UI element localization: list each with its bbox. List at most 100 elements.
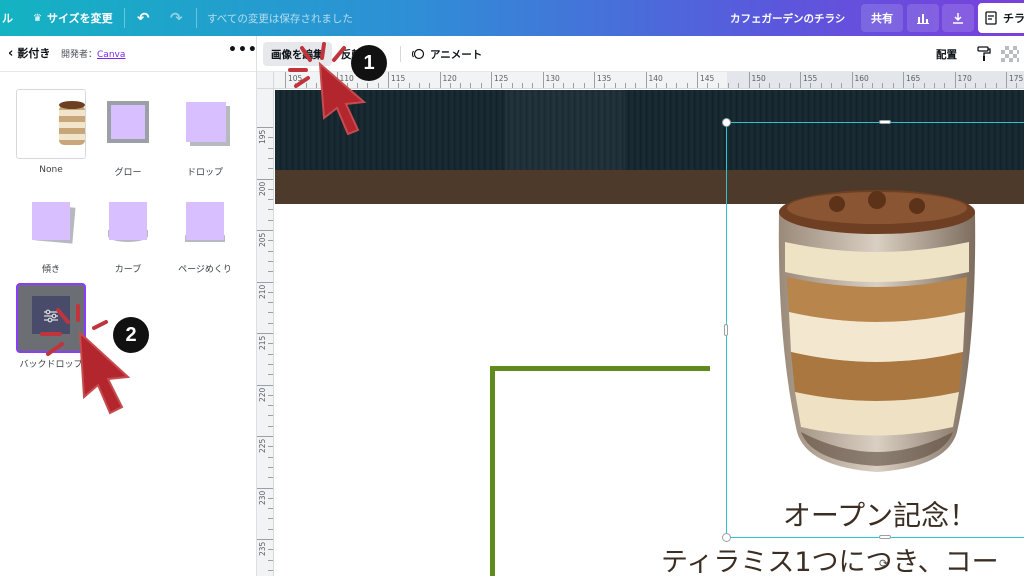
ruler-left-tick bbox=[268, 188, 273, 190]
ruler-left-tick-label: 225 bbox=[258, 438, 267, 453]
ruler-top-tick bbox=[388, 72, 389, 88]
promo-heading[interactable]: オープン記念！ bbox=[730, 494, 1024, 534]
ruler-left-tick bbox=[268, 291, 273, 293]
file-menu[interactable]: ル bbox=[2, 0, 13, 36]
tiramisu-thumbnail-icon bbox=[59, 101, 85, 145]
ruler-top-tick bbox=[697, 72, 698, 88]
ruler-left-tick bbox=[268, 374, 273, 376]
divider bbox=[124, 8, 125, 28]
ruler-left-tick bbox=[257, 127, 273, 128]
ruler-top-tick bbox=[810, 83, 812, 88]
ruler-left-tick-label: 235 bbox=[258, 541, 267, 556]
undo-icon[interactable]: ↶ bbox=[137, 0, 150, 36]
ruler-left-tick bbox=[257, 487, 273, 489]
ruler-top-tick-label: 150 bbox=[751, 74, 766, 83]
ruler-left-tick-label: 200 bbox=[258, 181, 267, 196]
ruler-left-tick bbox=[268, 147, 273, 149]
ruler-top-tick bbox=[738, 83, 740, 88]
effect-thumbnail bbox=[16, 89, 86, 159]
paint-roller-svg bbox=[977, 46, 991, 61]
effect-page-curl[interactable]: ページめくり bbox=[170, 196, 240, 275]
ruler-top-tick bbox=[1016, 83, 1018, 88]
position-button[interactable]: 配置 bbox=[928, 42, 965, 66]
animate-button[interactable]: アニメート bbox=[403, 42, 490, 66]
print-flyer-button[interactable]: チラ bbox=[978, 3, 1024, 33]
resize-handle[interactable] bbox=[879, 535, 891, 539]
effect-curve[interactable]: カーブ bbox=[93, 196, 163, 275]
animate-label: アニメート bbox=[430, 48, 483, 61]
resize-button[interactable]: ♛ サイズを変更 bbox=[33, 0, 113, 36]
ruler-top-tick bbox=[439, 72, 441, 88]
selection-box[interactable] bbox=[726, 122, 1024, 538]
ruler-left-tick bbox=[268, 528, 273, 530]
rotate-icon[interactable]: ⟳ bbox=[879, 557, 888, 570]
effect-angle[interactable]: 傾き bbox=[16, 196, 86, 275]
effect-thumbnail bbox=[170, 89, 240, 159]
insights-button[interactable] bbox=[907, 4, 939, 32]
effect-thumbnail bbox=[170, 196, 240, 256]
effect-thumbnail bbox=[93, 89, 163, 159]
ruler-left-tick bbox=[268, 302, 273, 304]
effect-label: 傾き bbox=[41, 265, 60, 275]
divider bbox=[196, 8, 197, 28]
paint-roller-icon[interactable] bbox=[973, 42, 995, 66]
ruler-top-tick bbox=[491, 72, 492, 88]
save-status: すべての変更は保存されました bbox=[207, 12, 353, 25]
ruler-top-tick bbox=[923, 83, 925, 88]
resize-handle[interactable] bbox=[724, 324, 728, 336]
ruler-top-tick bbox=[841, 83, 843, 88]
position-label: 配置 bbox=[936, 48, 957, 61]
ruler-left-tick bbox=[268, 312, 273, 314]
top-bar: ル ♛ サイズを変更 ↶ ↷ すべての変更は保存されました カフェガーデンのチラ… bbox=[0, 0, 1024, 36]
ruler-top-tick bbox=[418, 83, 420, 88]
ruler-left-tick bbox=[268, 518, 273, 520]
developer-link[interactable]: Canva bbox=[97, 50, 125, 60]
ruler-top-tick bbox=[408, 83, 410, 88]
transparency-icon[interactable] bbox=[1001, 46, 1019, 62]
document-title[interactable]: カフェガーデンのチラシ bbox=[730, 0, 845, 36]
crown-icon: ♛ bbox=[33, 12, 42, 24]
ruler-top-tick-label: 125 bbox=[494, 74, 509, 83]
back-button[interactable]: ‹ 影付き bbox=[8, 45, 50, 61]
ruler-top-tick bbox=[800, 72, 801, 88]
ruler-left-tick bbox=[268, 343, 273, 345]
ruler-top-tick bbox=[552, 83, 554, 88]
redo-icon[interactable]: ↷ bbox=[170, 0, 183, 36]
chevron-left-icon: ‹ bbox=[8, 45, 14, 61]
design-canvas[interactable]: オープン記念！ ティラミス1つにつき、コー ⟳ bbox=[275, 90, 1024, 576]
panel-title: 影付き bbox=[17, 47, 51, 60]
ruler-top-tick bbox=[872, 83, 874, 88]
developer-prefix: 開発者： bbox=[61, 50, 98, 60]
effect-drop[interactable]: ドロップ bbox=[170, 89, 240, 178]
promo-subheading[interactable]: ティラミス1つにつき、コー bbox=[661, 540, 1024, 576]
ruler-top-tick bbox=[666, 83, 668, 88]
share-button[interactable]: 共有 bbox=[861, 4, 903, 32]
ruler-top-tick bbox=[583, 83, 585, 88]
ruler-top-tick bbox=[964, 83, 966, 88]
ruler-left-tick bbox=[268, 250, 273, 252]
ruler-top-tick bbox=[594, 72, 595, 88]
ruler-left-tick bbox=[268, 569, 273, 571]
effect-none[interactable]: None bbox=[16, 89, 86, 175]
ruler-left-tick bbox=[257, 178, 273, 180]
ruler-top-tick bbox=[542, 72, 544, 88]
step-badge-2: 2 bbox=[113, 317, 149, 353]
ruler-left-tick bbox=[257, 436, 273, 437]
ruler-top-tick bbox=[892, 83, 894, 88]
effect-thumbnail bbox=[93, 196, 163, 256]
ruler-top-tick bbox=[944, 83, 946, 88]
ruler-top-tick bbox=[604, 83, 606, 88]
more-options-button[interactable]: ••• bbox=[228, 42, 258, 58]
ruler-corner bbox=[257, 72, 274, 89]
effect-thumbnail bbox=[16, 196, 86, 256]
step-badge-1: 1 bbox=[351, 45, 387, 81]
header-image-highlight bbox=[505, 90, 625, 170]
resize-handle[interactable] bbox=[879, 120, 891, 124]
ruler-top-tick bbox=[614, 83, 616, 88]
ruler-top-tick bbox=[769, 83, 771, 88]
effect-glow[interactable]: グロー bbox=[93, 89, 163, 178]
download-button[interactable] bbox=[942, 4, 974, 32]
resize-handle[interactable] bbox=[722, 118, 731, 127]
ruler-top-tick bbox=[686, 83, 688, 88]
ruler-left-tick bbox=[268, 260, 273, 262]
